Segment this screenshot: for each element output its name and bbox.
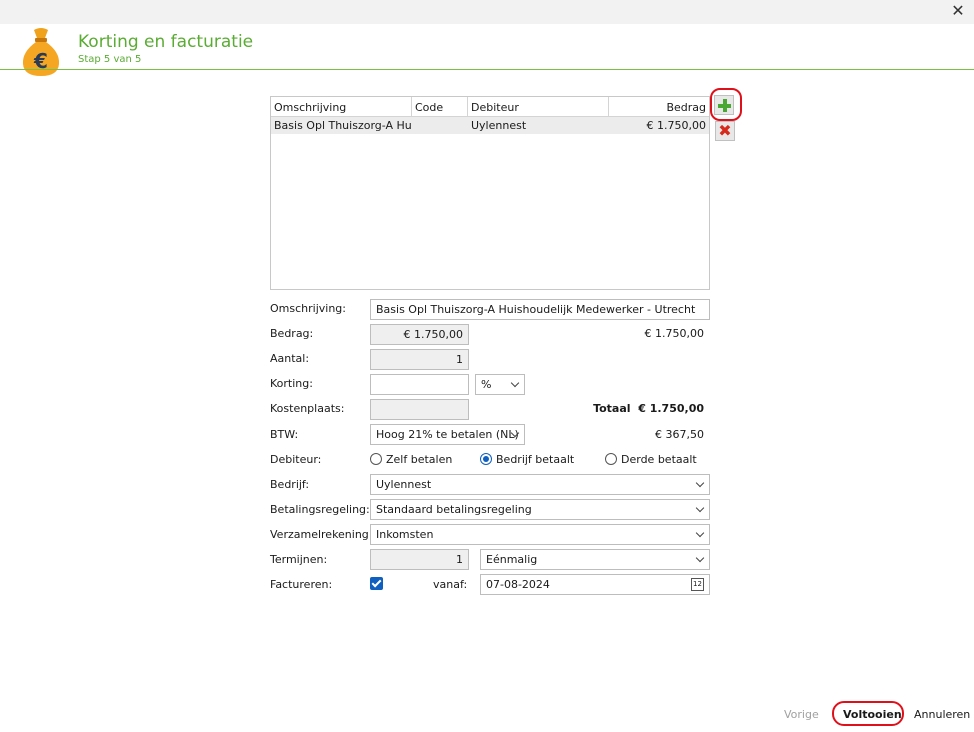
invoice-lines-grid[interactable]: Omschrijving Code Debiteur Bedrag Basis … [270, 96, 710, 290]
delete-x-icon[interactable]: ✖ [715, 121, 735, 141]
page-title: Korting en facturatie [78, 32, 254, 52]
radio-zelf-betalen[interactable] [370, 453, 382, 465]
btw-select-value: Hoog 21% te betalen (NL) [376, 428, 519, 441]
totaal-value: € 1.750,00 [638, 402, 704, 415]
factureren-checkbox[interactable] [370, 577, 383, 590]
vanaf-date-input[interactable]: 07-08-2024 12 [480, 574, 710, 595]
table-row[interactable]: Basis Opl Thuiszorg-A Hui... Uylennest €… [271, 117, 709, 134]
column-header-omschrijving[interactable]: Omschrijving [271, 97, 412, 116]
betalingsregeling-select[interactable]: Standaard betalingsregeling [370, 499, 710, 520]
verzamelrekening-select-value: Inkomsten [376, 528, 434, 541]
btw-label: BTW: [270, 428, 299, 441]
kostenplaats-input[interactable] [370, 399, 469, 420]
radio-derde-betaalt-label[interactable]: Derde betaalt [621, 453, 697, 466]
money-bag-euro-icon: € [22, 28, 60, 76]
cell-omschrijving: Basis Opl Thuiszorg-A Hui... [274, 119, 412, 132]
kostenplaats-label: Kostenplaats: [270, 402, 345, 415]
termijnen-type-value: Eénmalig [486, 553, 538, 566]
column-header-code[interactable]: Code [412, 97, 468, 116]
cell-bedrag: € 1.750,00 [646, 119, 706, 132]
column-header-bedrag[interactable]: Bedrag [609, 97, 709, 116]
aantal-label: Aantal: [270, 352, 310, 365]
bedrag-total: € 1.750,00 [644, 327, 704, 340]
grid-header: Omschrijving Code Debiteur Bedrag [271, 97, 709, 117]
radio-bedrijf-betaalt[interactable] [480, 453, 492, 465]
totaal-label: Totaal [593, 402, 631, 415]
termijnen-type-select[interactable]: Eénmalig [480, 549, 710, 570]
korting-input[interactable] [370, 374, 469, 395]
totaal-summary: Totaal € 1.750,00 [593, 402, 704, 415]
verzamelrekening-label: Verzamelrekening: [270, 528, 373, 541]
betalingsregeling-select-value: Standaard betalingsregeling [376, 503, 532, 516]
radio-bedrijf-betaalt-label[interactable]: Bedrijf betaalt [496, 453, 574, 466]
betalingsregeling-label: Betalingsregeling: [270, 503, 370, 516]
korting-unit-select[interactable]: % [475, 374, 525, 395]
btw-select[interactable]: Hoog 21% te betalen (NL) [370, 424, 525, 445]
calendar-icon[interactable]: 12 [691, 578, 704, 591]
bedrijf-select-value: Uylennest [376, 478, 432, 491]
cancel-button[interactable]: Annuleren [914, 708, 970, 721]
radio-derde-betaalt[interactable] [605, 453, 617, 465]
step-indicator: Stap 5 van 5 [78, 54, 142, 65]
cell-debiteur: Uylennest [471, 119, 527, 132]
cell-code [412, 117, 468, 134]
vanaf-date-value: 07-08-2024 [486, 578, 550, 591]
factureren-label: Factureren: [270, 578, 333, 591]
debiteur-label: Debiteur: [270, 453, 322, 466]
bedrag-label: Bedrag: [270, 327, 314, 340]
termijnen-input[interactable]: 1 [370, 549, 469, 570]
termijnen-label: Termijnen: [270, 553, 328, 566]
plus-icon[interactable] [714, 95, 734, 115]
bedrijf-label: Bedrijf: [270, 478, 310, 491]
verzamelrekening-select[interactable]: Inkomsten [370, 524, 710, 545]
bedrag-input[interactable]: € 1.750,00 [370, 324, 469, 345]
title-bar [0, 0, 974, 24]
btw-amount: € 367,50 [655, 428, 704, 441]
radio-zelf-betalen-label[interactable]: Zelf betalen [386, 453, 452, 466]
finish-button[interactable]: Voltooien [843, 708, 902, 721]
korting-label: Korting: [270, 377, 313, 390]
aantal-input[interactable]: 1 [370, 349, 469, 370]
previous-button[interactable]: Vorige [784, 708, 819, 721]
column-header-debiteur[interactable]: Debiteur [468, 97, 609, 116]
bedrijf-select[interactable]: Uylennest [370, 474, 710, 495]
close-icon[interactable]: ✕ [950, 3, 966, 19]
korting-unit-value: % [481, 378, 492, 391]
vanaf-label: vanaf: [433, 578, 468, 591]
omschrijving-input[interactable]: Basis Opl Thuiszorg-A Huishoudelijk Mede… [370, 299, 710, 320]
omschrijving-label: Omschrijving: [270, 302, 346, 315]
header-divider [0, 69, 974, 70]
